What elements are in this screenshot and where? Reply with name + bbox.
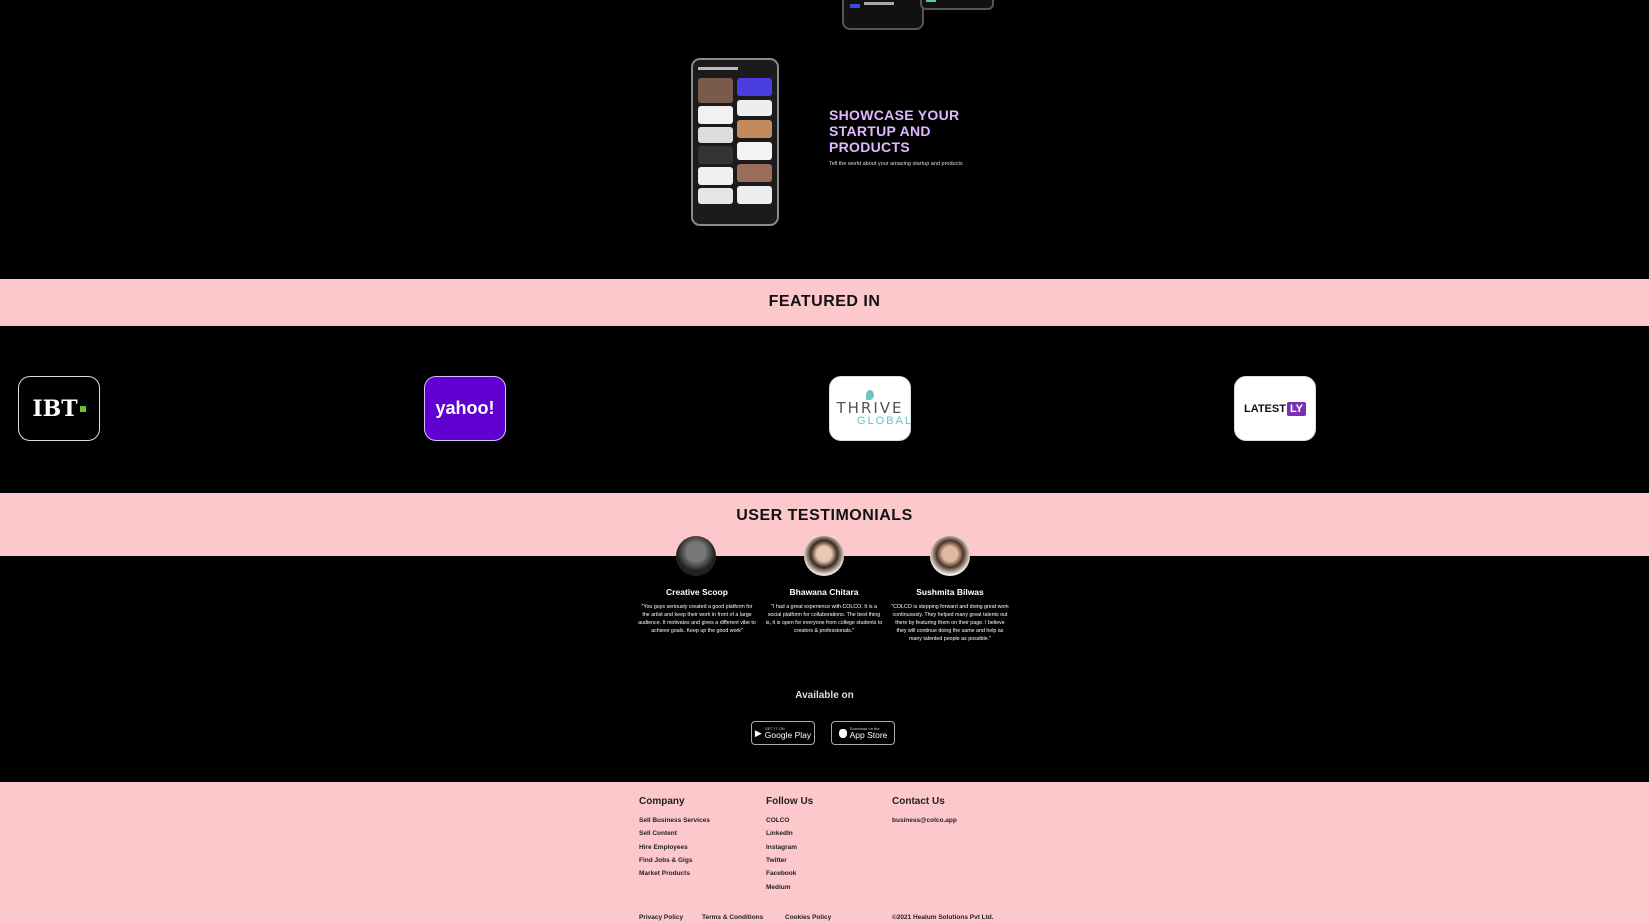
privacy-policy-link[interactable]: Privacy Policy: [639, 914, 683, 921]
footer-link-linkedin[interactable]: LinkedIn: [766, 830, 793, 837]
footer-link[interactable]: Find Jobs & Gigs: [639, 857, 692, 864]
phone-mockup-fragment: [920, 0, 994, 10]
footer-link-medium[interactable]: Medium: [766, 884, 791, 891]
footer-link[interactable]: Hire Employees: [639, 844, 688, 851]
avatar: [676, 536, 716, 576]
testimonial-name: Bhawana Chitara: [789, 587, 859, 597]
google-play-button[interactable]: ▶ GET IT ON Google Play: [751, 721, 815, 745]
footer-link[interactable]: Sell Content: [639, 830, 677, 837]
play-icon: ▶: [754, 727, 762, 738]
testimonials-title: USER TESTIMONIALS: [736, 507, 913, 524]
testimonial-quote: "I had a great experience with COLCO. It…: [765, 604, 883, 634]
footer-follow-heading: Follow Us: [766, 796, 814, 807]
copyright-text: ©2021 Healum Solutions Pvt Ltd.: [892, 914, 994, 921]
testimonial-quote: "You guys seriously created a good platf…: [638, 604, 756, 634]
phone-mockup-fragment: [842, 0, 924, 30]
ibt-dot-icon: [79, 405, 86, 412]
footer-link-instagram[interactable]: Instagram: [766, 844, 797, 851]
ibt-logo[interactable]: IBT: [18, 376, 100, 441]
footer-link-twitter[interactable]: Twitter: [766, 857, 787, 864]
footer: [0, 782, 1649, 923]
yahoo-logo[interactable]: yahoo!: [424, 376, 506, 441]
testimonial-quote: "COLCO is stepping forward and doing gre…: [891, 604, 1009, 642]
testimonial-name: Creative Scoop: [666, 587, 728, 597]
footer-link[interactable]: Market Products: [639, 870, 690, 877]
available-on-label: Available on: [795, 690, 854, 701]
avatar: [930, 536, 970, 576]
footer-link-facebook[interactable]: Facebook: [766, 870, 796, 877]
footer-link[interactable]: Sell Business Services: [639, 817, 710, 824]
google-play-label: Google Play: [764, 730, 812, 740]
phone-mockup: [691, 58, 779, 226]
global-logo-text: GLOBAL: [856, 415, 914, 427]
latestly-logo-text: LATEST: [1243, 402, 1286, 415]
terms-link[interactable]: Terms & Conditions: [702, 914, 763, 921]
apple-icon: [838, 728, 847, 738]
featured-title: FEATURED IN: [768, 293, 881, 310]
app-store-button[interactable]: Download on the App Store: [831, 721, 895, 745]
thrive-global-logo[interactable]: THRIVE GLOBAL: [829, 376, 911, 441]
yahoo-logo-text: yahoo!: [435, 398, 495, 418]
testimonial-name: Sushmita Bilwas: [916, 587, 984, 597]
showcase-subtitle: Tell the world about your amazing startu…: [829, 161, 963, 167]
latestly-badge: LY: [1286, 401, 1306, 416]
avatar: [804, 536, 844, 576]
app-store-label: App Store: [849, 730, 888, 740]
latestly-logo[interactable]: LATEST LY: [1234, 376, 1316, 441]
contact-email-link[interactable]: business@colco.app: [892, 817, 957, 824]
footer-company-heading: Company: [639, 796, 685, 807]
footer-contact-heading: Contact Us: [892, 796, 945, 807]
thrive-logo-text: THRIVE: [836, 399, 904, 417]
footer-link-colco[interactable]: COLCO: [766, 817, 789, 824]
showcase-title: SHOWCASE YOUR STARTUP AND PRODUCTS: [829, 107, 960, 155]
cookies-policy-link[interactable]: Cookies Policy: [785, 914, 831, 921]
ibt-logo-text: IBT: [32, 395, 78, 422]
